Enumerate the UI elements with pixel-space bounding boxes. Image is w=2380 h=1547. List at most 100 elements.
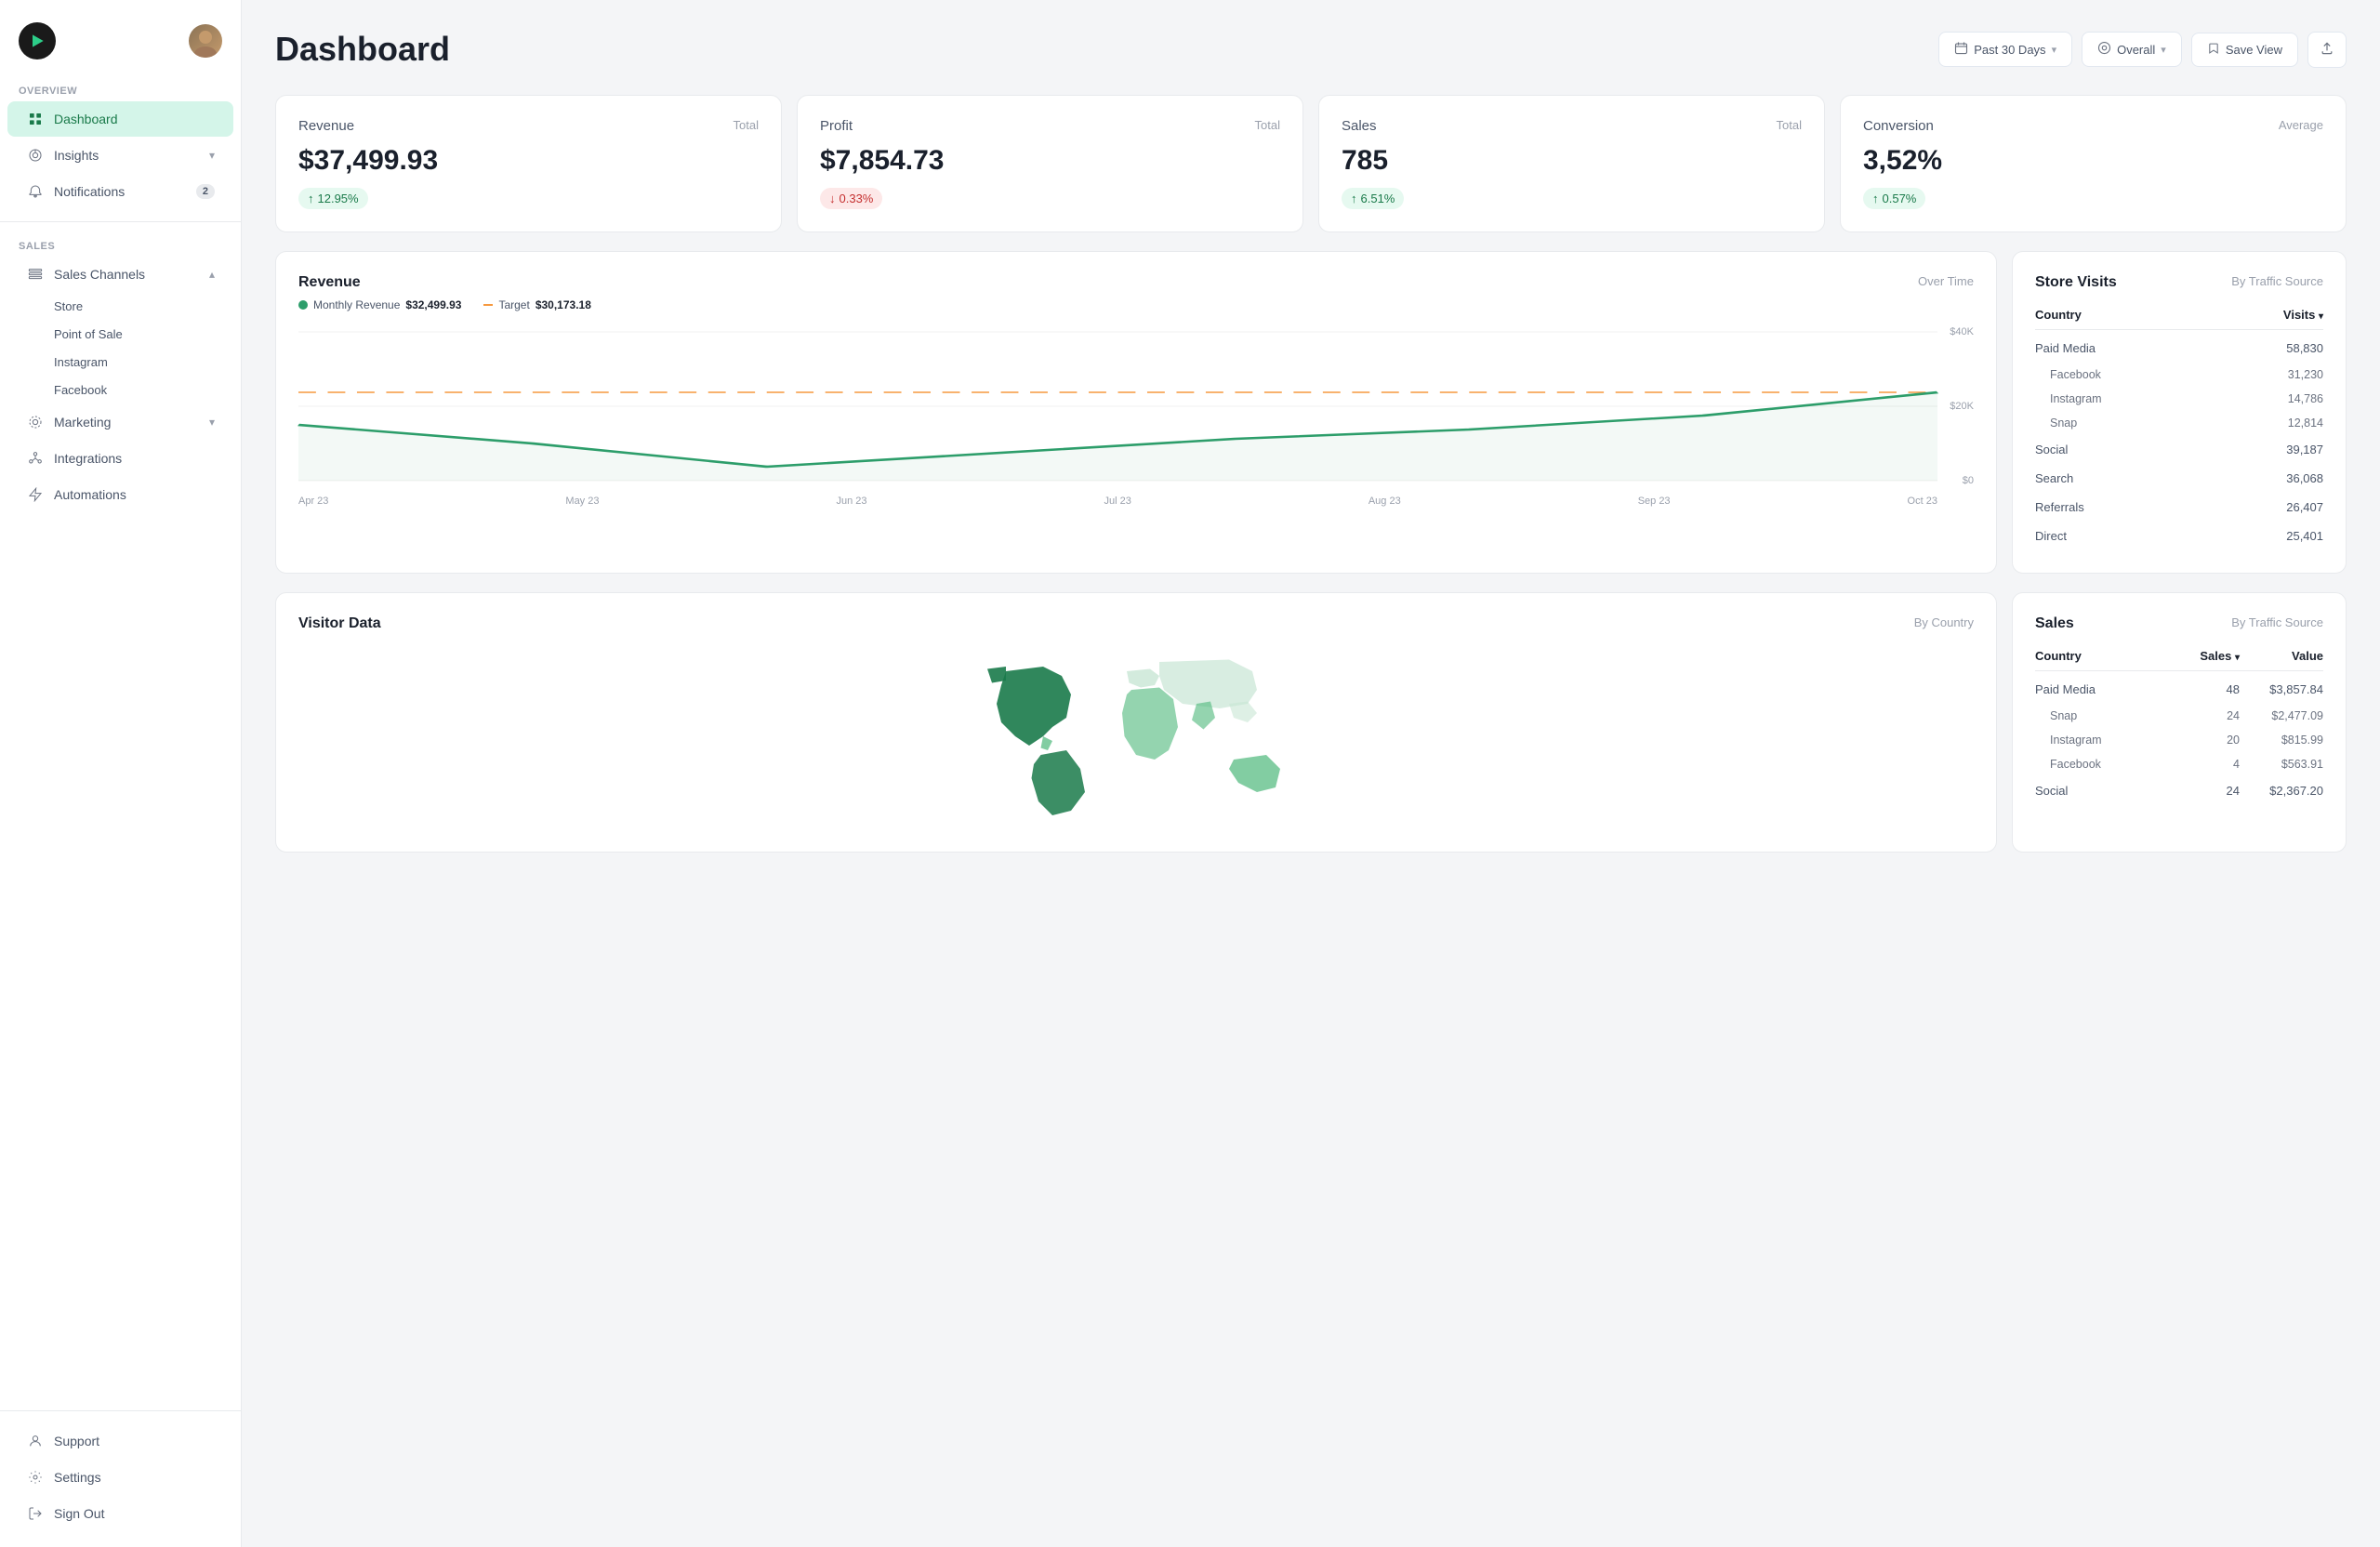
avatar[interactable] <box>189 24 222 58</box>
stat-card-profit: Profit Total $7,854.73 ↓ 0.33% <box>797 95 1303 232</box>
revenue-chart-subtitle: Over Time <box>1918 274 1974 288</box>
date-range-button[interactable]: Past 30 Days ▾ <box>1938 32 2072 67</box>
bookmark-icon <box>2207 42 2220 58</box>
visits-row-instagram: Instagram14,786 <box>2035 387 2323 411</box>
visits-col-visits-header: Visits ▾ <box>2283 308 2323 322</box>
y-axis-labels: $40K $20K $0 <box>1941 323 1974 490</box>
down-arrow-icon: ↓ <box>829 192 836 205</box>
bottom-row: Visitor Data By Country <box>275 592 2347 853</box>
visitor-data-card: Visitor Data By Country <box>275 592 1997 853</box>
sidebar-divider-1 <box>0 221 241 222</box>
revenue-chart-card: Revenue Over Time Monthly Revenue $32,49… <box>275 251 1997 574</box>
integrations-label: Integrations <box>54 451 122 466</box>
sales-value: 785 <box>1342 145 1802 177</box>
notifications-label: Notifications <box>54 184 196 199</box>
sales-channels-chevron: ▴ <box>209 268 215 281</box>
marketing-label: Marketing <box>54 415 209 430</box>
up-arrow-icon: ↑ <box>308 192 314 205</box>
chart-legend: Monthly Revenue $32,499.93 Target $30,17… <box>298 298 1974 311</box>
profit-sublabel: Total <box>1255 118 1280 132</box>
logo-icon[interactable] <box>19 22 56 60</box>
visitor-data-title: Visitor Data <box>298 615 381 632</box>
charts-row: Revenue Over Time Monthly Revenue $32,49… <box>275 251 2347 574</box>
revenue-label: Revenue <box>298 118 354 134</box>
sales-section: Sales Sales Channels ▴ Store Point of Sa… <box>0 233 241 513</box>
sidebar-item-settings[interactable]: Settings <box>7 1460 233 1495</box>
visitor-data-subtitle: By Country <box>1914 615 1974 629</box>
sidebar-item-notifications[interactable]: Notifications 2 <box>7 174 233 209</box>
conversion-sublabel: Average <box>2279 118 2323 132</box>
chart-container: $40K $20K $0 Apr 23 May 23 Jun 23 Jul 23… <box>298 323 1974 507</box>
marketing-icon <box>26 413 45 431</box>
store-visits-title: Store Visits <box>2035 274 2117 291</box>
store-visits-card: Store Visits By Traffic Source Country V… <box>2012 251 2347 574</box>
sidebar-item-dashboard[interactable]: Dashboard <box>7 101 233 137</box>
visits-row-social: Social39,187 <box>2035 435 2323 464</box>
marketing-chevron: ▾ <box>209 416 215 429</box>
target-legend-dot <box>483 304 493 306</box>
conversion-label: Conversion <box>1863 118 1934 134</box>
stat-card-conversion: Conversion Average 3,52% ↑ 0.57% <box>1840 95 2347 232</box>
sidebar-item-support[interactable]: Support <box>7 1423 233 1459</box>
sidebar-logo-area <box>0 15 241 78</box>
conversion-up-icon: ↑ <box>1872 192 1879 205</box>
sidebar-item-integrations[interactable]: Integrations <box>7 441 233 476</box>
visits-row-paid-media: Paid Media58,830 <box>2035 334 2323 363</box>
calendar-icon <box>1954 41 1968 58</box>
visits-table-header: Country Visits ▾ <box>2035 302 2323 330</box>
facebook-label: Facebook <box>54 383 107 397</box>
view-icon <box>2097 41 2111 58</box>
notifications-badge: 2 <box>196 184 215 199</box>
save-view-label: Save View <box>2226 43 2282 57</box>
sidebar-item-sign-out[interactable]: Sign Out <box>7 1496 233 1531</box>
view-chevron: ▾ <box>2161 44 2166 56</box>
conversion-value: 3,52% <box>1863 145 2323 177</box>
world-map <box>298 643 1974 829</box>
target-legend-label: Target <box>498 298 529 311</box>
sales-row-paid-media: Paid Media 48 $3,857.84 <box>2035 675 2323 704</box>
main-content: Dashboard Past 30 Days ▾ Overall ▾ <box>242 0 2380 1547</box>
integrations-icon <box>26 449 45 468</box>
visits-col-country-header: Country <box>2035 308 2082 322</box>
overview-label: Overview <box>0 78 241 100</box>
save-view-button[interactable]: Save View <box>2191 33 2298 67</box>
stat-card-sales: Sales Total 785 ↑ 6.51% <box>1318 95 1825 232</box>
page-title: Dashboard <box>275 30 450 69</box>
share-button[interactable] <box>2307 32 2347 68</box>
sidebar-item-marketing[interactable]: Marketing ▾ <box>7 404 233 440</box>
sidebar-item-sales-channels[interactable]: Sales Channels ▴ <box>7 257 233 292</box>
header-actions: Past 30 Days ▾ Overall ▾ Save View <box>1938 32 2347 68</box>
dashboard-label: Dashboard <box>54 112 118 126</box>
monthly-legend-value: $32,499.93 <box>405 298 461 311</box>
sidebar-sub-store[interactable]: Store <box>7 293 233 320</box>
sidebar-item-insights[interactable]: Insights ▾ <box>7 138 233 173</box>
sidebar-sub-point-of-sale[interactable]: Point of Sale <box>7 321 233 348</box>
overview-section: Overview Dashboard Insights ▾ Notificati… <box>0 78 241 210</box>
sidebar-sub-facebook[interactable]: Facebook <box>7 377 233 403</box>
page-header: Dashboard Past 30 Days ▾ Overall ▾ <box>275 30 2347 69</box>
dashboard-icon <box>26 110 45 128</box>
stat-cards-row: Revenue Total $37,499.93 ↑ 12.95% Profit… <box>275 95 2347 232</box>
automations-label: Automations <box>54 487 126 502</box>
sidebar-sub-instagram[interactable]: Instagram <box>7 349 233 376</box>
visits-row-direct: Direct25,401 <box>2035 522 2323 550</box>
sales-change: ↑ 6.51% <box>1342 188 1404 209</box>
sales-up-icon: ↑ <box>1351 192 1357 205</box>
visits-row-search: Search36,068 <box>2035 464 2323 493</box>
store-visits-subtitle: By Traffic Source <box>2231 274 2323 288</box>
x-axis-labels: Apr 23 May 23 Jun 23 Jul 23 Aug 23 Sep 2… <box>298 496 1974 507</box>
sales-table-card: Sales By Traffic Source Country Sales ▾ … <box>2012 592 2347 853</box>
sales-table-subtitle: By Traffic Source <box>2231 615 2323 629</box>
view-selector-button[interactable]: Overall ▾ <box>2082 32 2182 67</box>
sales-col-sales-header: Sales ▾ <box>2175 649 2240 663</box>
sidebar-item-automations[interactable]: Automations <box>7 477 233 512</box>
sales-table-title: Sales <box>2035 615 2074 632</box>
stat-card-revenue: Revenue Total $37,499.93 ↑ 12.95% <box>275 95 782 232</box>
sales-col-country-header: Country <box>2035 649 2175 663</box>
sales-label: Sales <box>1342 118 1377 134</box>
sales-table-body: Paid Media 48 $3,857.84 Snap 24 $2,477.0… <box>2035 675 2323 805</box>
insights-label: Insights <box>54 148 209 163</box>
revenue-change: ↑ 12.95% <box>298 188 368 209</box>
view-label: Overall <box>2117 43 2155 57</box>
revenue-value: $37,499.93 <box>298 145 759 177</box>
